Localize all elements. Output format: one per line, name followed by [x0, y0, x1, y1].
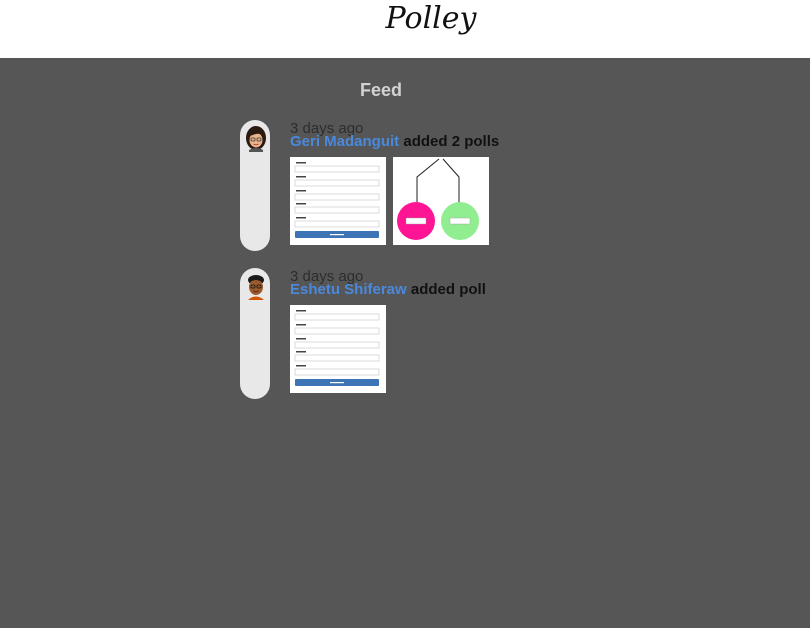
poll-form-thumbnail[interactable]: [290, 157, 386, 245]
feed-item-timeline-pill: [240, 120, 270, 251]
poll-tree-thumbnail[interactable]: [393, 157, 489, 245]
feed-title: Feed: [359, 80, 402, 100]
feed-item-timeline-pill: [240, 268, 270, 399]
feed-item-action: added poll: [410, 281, 486, 298]
user-link[interactable]: Geri Madanguit: [290, 133, 399, 150]
poll-form-image: [290, 305, 386, 393]
feed-item-action: added 2 polls: [403, 133, 500, 150]
poll-tree-image: [393, 157, 489, 245]
male-avatar-icon: [248, 275, 264, 300]
feed-item-headline: Geri Madanguit added 2 polls: [290, 133, 499, 150]
feed-item-headline: Eshetu Shiferaw added poll: [290, 281, 486, 298]
poll-form-thumbnail[interactable]: [290, 305, 386, 393]
poll-form-image: [290, 157, 386, 245]
female-avatar-icon: [246, 126, 266, 152]
user-link[interactable]: Eshetu Shiferaw: [290, 281, 407, 298]
app-logo[interactable]: Polley: [0, 0, 810, 38]
top-header: Polley: [0, 0, 810, 58]
